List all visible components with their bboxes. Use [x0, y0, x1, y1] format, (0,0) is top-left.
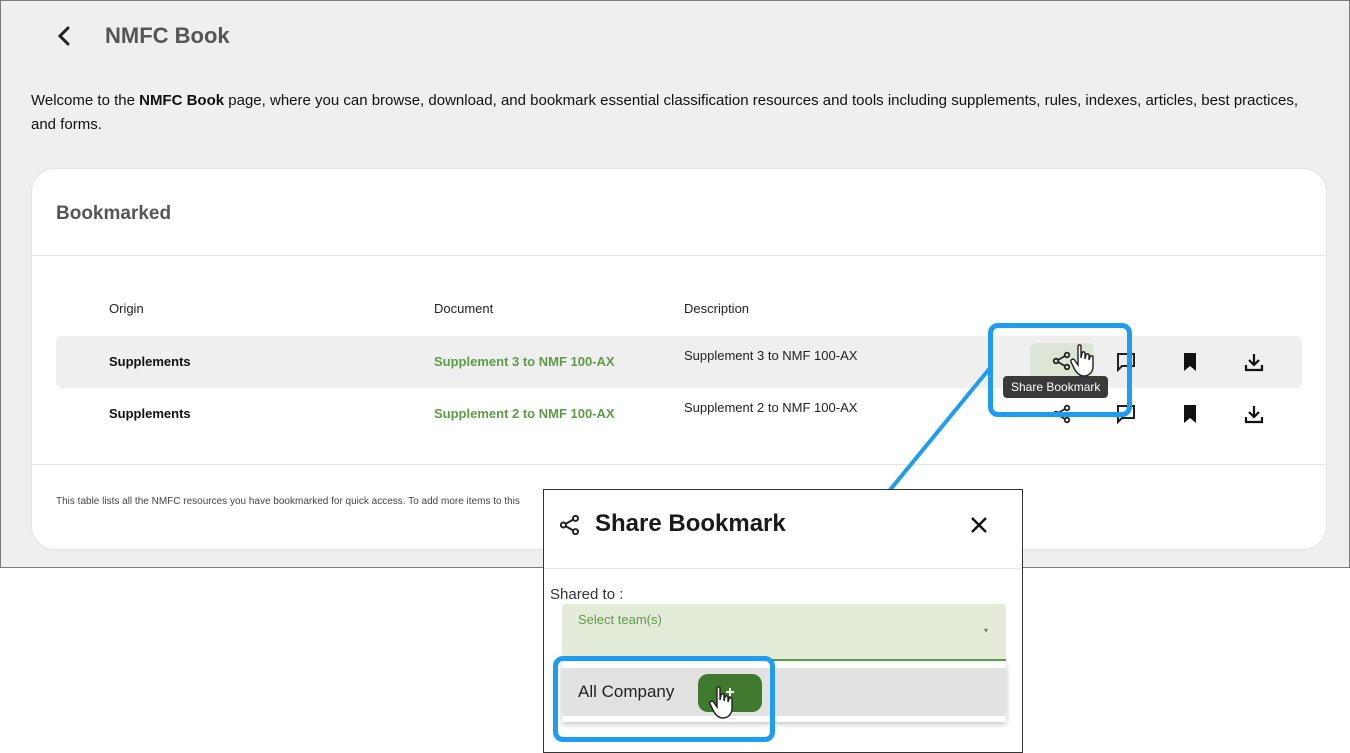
- document-link[interactable]: Supplement 3 to NMF 100-AX: [434, 354, 615, 369]
- column-description: Description: [684, 301, 750, 316]
- shared-to-label: Shared to :: [550, 586, 624, 603]
- cursor-hand-icon: [1070, 344, 1094, 377]
- highlight-callout-share: [988, 323, 1132, 417]
- back-button[interactable]: [53, 23, 75, 49]
- description-cell: Supplement 2 to NMF 100-AX: [684, 400, 858, 415]
- chevron-left-icon: [57, 26, 70, 46]
- download-icon: [1244, 406, 1264, 424]
- origin-cell: Supplements: [109, 354, 191, 369]
- column-origin: Origin: [109, 301, 144, 316]
- cursor-hand-icon: [709, 686, 733, 719]
- origin-cell: Supplements: [109, 406, 191, 421]
- download-button[interactable]: [1240, 348, 1268, 376]
- column-document: Document: [434, 301, 494, 316]
- divider: [32, 255, 1326, 256]
- intro-prefix: Welcome to the: [31, 92, 140, 109]
- intro-text: Welcome to the NMFC Book page, where you…: [31, 89, 1321, 137]
- team-select[interactable]: Select team(s) ▾: [562, 604, 1006, 661]
- chevron-down-icon: ▾: [983, 626, 988, 635]
- description-cell: Supplement 3 to NMF 100-AX: [684, 348, 858, 363]
- nmfc-book-page: NMFC Book Welcome to the NMFC Book page,…: [0, 0, 1350, 568]
- bookmark-icon: [1184, 405, 1196, 423]
- highlight-callout-add: [553, 656, 775, 742]
- table-footnote: This table lists all the NMFC resources …: [56, 496, 520, 507]
- intro-bold: NMFC Book: [139, 92, 225, 109]
- bookmark-button[interactable]: [1176, 400, 1204, 428]
- divider: [32, 464, 1326, 465]
- select-placeholder: Select team(s): [578, 612, 662, 627]
- share-icon: [559, 514, 580, 536]
- page-title: NMFC Book: [105, 23, 230, 48]
- card-title: Bookmarked: [56, 203, 172, 224]
- document-link[interactable]: Supplement 2 to NMF 100-AX: [434, 406, 615, 421]
- bookmark-button[interactable]: [1176, 348, 1204, 376]
- modal-title: Share Bookmark: [595, 510, 786, 537]
- close-icon[interactable]: [968, 514, 990, 536]
- download-icon: [1244, 354, 1264, 372]
- modal-header: Share Bookmark: [544, 490, 1022, 569]
- bookmark-icon: [1184, 353, 1196, 371]
- download-button[interactable]: [1240, 400, 1268, 428]
